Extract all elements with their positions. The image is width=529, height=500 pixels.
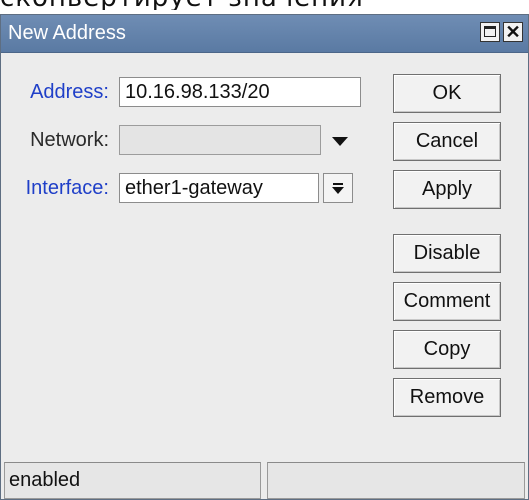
remove-button[interactable]: Remove: [393, 378, 501, 417]
window-title: New Address: [8, 22, 126, 44]
close-icon[interactable]: ✕: [503, 22, 523, 42]
network-input: [119, 125, 321, 155]
disable-button[interactable]: Disable: [393, 234, 501, 273]
background-caption: сконвертирует значения: [0, 0, 529, 10]
copy-button[interactable]: Copy: [393, 330, 501, 369]
status-bar: enabled: [1, 462, 528, 499]
comment-button[interactable]: Comment: [393, 282, 501, 321]
interface-dropdown-button[interactable]: [323, 173, 353, 203]
status-enabled: enabled: [4, 462, 261, 499]
network-label: Network:: [30, 129, 109, 151]
ok-button[interactable]: OK: [393, 74, 501, 113]
apply-button[interactable]: Apply: [393, 170, 501, 209]
title-bar[interactable]: New Address ✕: [1, 15, 528, 53]
interface-select[interactable]: ether1-gateway: [119, 173, 319, 203]
network-dropdown-icon[interactable]: [332, 137, 348, 146]
status-secondary: [267, 462, 525, 499]
address-label: Address:: [30, 81, 109, 103]
interface-label: Interface:: [25, 177, 109, 199]
address-input[interactable]: 10.16.98.133/20: [119, 77, 361, 107]
new-address-dialog: New Address ✕ Address: 10.16.98.133/20 N…: [0, 14, 529, 500]
maximize-icon[interactable]: [480, 22, 500, 42]
chevron-down-icon: [332, 187, 344, 194]
cancel-button[interactable]: Cancel: [393, 122, 501, 161]
dropdown-bar-icon: [333, 183, 343, 185]
